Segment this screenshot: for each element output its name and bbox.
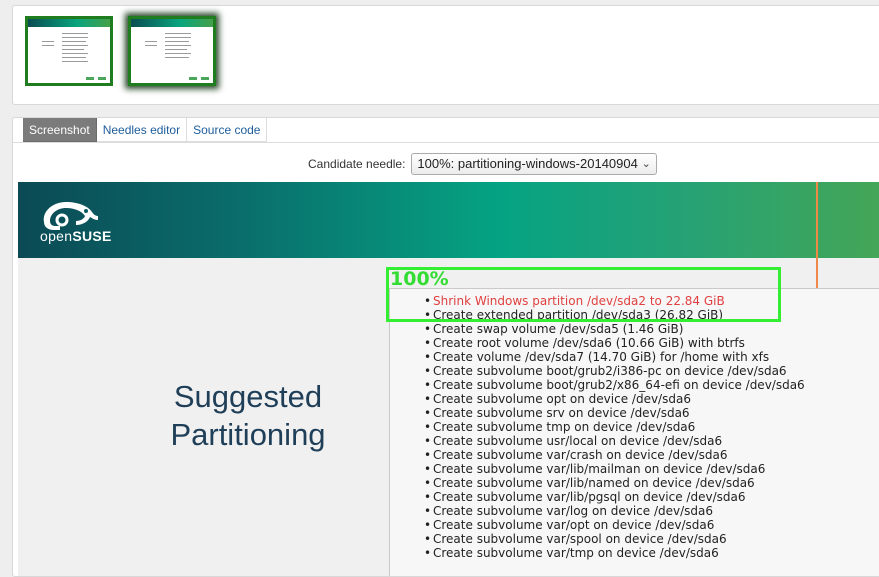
- thumbnail-line: [165, 53, 191, 54]
- thumbnail-button: [86, 77, 94, 80]
- thumbnail-line: [62, 53, 88, 54]
- list-item: Create subvolume srv on device /dev/sda6: [424, 406, 805, 420]
- thumbnail-line: [42, 41, 54, 42]
- chameleon-logo-icon: [43, 202, 98, 230]
- thumbnail-line: [165, 57, 189, 58]
- tab-source-code[interactable]: Source code: [187, 118, 268, 142]
- thumbnail-line: [165, 49, 187, 50]
- list-item: Create subvolume opt on device /dev/sda6: [424, 392, 805, 406]
- view-tabs: Screenshot Needles editor Source code: [23, 118, 268, 142]
- page-title-line2: Partitioning: [170, 417, 326, 452]
- candidate-needle-value: 100%: partitioning-windows-20140904: [417, 156, 638, 171]
- thumbnail-banner: [28, 19, 110, 27]
- tabs-divider: [13, 142, 879, 143]
- thumbnail-line: [165, 33, 191, 34]
- opensuse-wordmark: openSUSE: [40, 228, 112, 244]
- wordmark-suse: SUSE: [72, 228, 112, 244]
- wordmark-open: open: [40, 228, 73, 244]
- list-item: Create subvolume var/lib/mailman on devi…: [424, 462, 805, 476]
- thumbnail-line: [62, 45, 88, 46]
- thumbnail-line: [62, 37, 88, 38]
- thumbnail-line: [145, 41, 157, 42]
- thumbnail-button: [201, 77, 209, 80]
- test-screenshot: openSUSE Suggested Partitioning Shrink W…: [18, 182, 879, 576]
- tab-screenshot[interactable]: Screenshot: [23, 118, 97, 142]
- thumbnail-line: [165, 45, 191, 46]
- candidate-needle-label: Candidate needle:: [308, 157, 406, 171]
- page-title-line1: Suggested: [173, 379, 323, 414]
- list-item: Create subvolume boot/grub2/i386-pc on d…: [424, 364, 805, 378]
- list-item: Create subvolume var/lib/pgsql on device…: [424, 490, 805, 504]
- list-item: Create subvolume var/log on device /dev/…: [424, 504, 805, 518]
- thumbnail-line: [165, 41, 189, 42]
- list-item: Create subvolume var/crash on device /de…: [424, 448, 805, 462]
- list-item: Create subvolume var/tmp on device /dev/…: [424, 546, 805, 560]
- thumbnail-line: [62, 33, 88, 34]
- list-item: Create subvolume var/opt on device /dev/…: [424, 518, 805, 532]
- partition-proposal-list: Shrink Windows partition /dev/sda2 to 22…: [424, 294, 805, 560]
- list-item: Create subvolume var/lib/named on device…: [424, 476, 805, 490]
- thumbnail-line: [42, 45, 54, 46]
- thumbnail-line: [62, 57, 86, 58]
- list-item: Create subvolume tmp on device /dev/sda6: [424, 420, 805, 434]
- list-item: Create subvolume var/spool on device /de…: [424, 532, 805, 546]
- screenshot-thumbnail[interactable]: [25, 16, 113, 86]
- thumbnail-line: [165, 37, 191, 38]
- thumbnail-line: [145, 45, 157, 46]
- screenshot-thumbnail-selected[interactable]: [128, 16, 216, 86]
- list-item: Create swap volume /dev/sda5 (1.46 GiB): [424, 322, 805, 336]
- thumbnail-line: [62, 61, 88, 62]
- list-item: Create subvolume boot/grub2/x86_64-efi o…: [424, 378, 805, 392]
- thumbnail-banner: [131, 19, 213, 27]
- list-item: Create volume /dev/sda7 (14.70 GiB) for …: [424, 350, 805, 364]
- thumbnail-button: [189, 77, 197, 80]
- page-title: Suggested Partitioning: [148, 378, 348, 454]
- list-item: Create root volume /dev/sda6 (10.66 GiB)…: [424, 336, 805, 350]
- tab-needles-editor[interactable]: Needles editor: [96, 118, 188, 142]
- candidate-needle-row: Candidate needle: 100%: partitioning-win…: [308, 153, 657, 175]
- opensuse-banner: openSUSE: [18, 182, 879, 258]
- chevron-down-icon: ⌄: [641, 158, 651, 170]
- list-item: Create subvolume usr/local on device /de…: [424, 434, 805, 448]
- thumbnail-button: [98, 77, 106, 80]
- thumbnail-strip: [12, 5, 879, 105]
- match-similarity-label: 100%: [390, 268, 449, 290]
- main-panel: Screenshot Needles editor Source code Ca…: [12, 117, 879, 577]
- candidate-needle-select[interactable]: 100%: partitioning-windows-20140904 ⌄: [411, 153, 657, 175]
- thumbnail-line: [62, 41, 86, 42]
- thumbnail-line: [62, 49, 84, 50]
